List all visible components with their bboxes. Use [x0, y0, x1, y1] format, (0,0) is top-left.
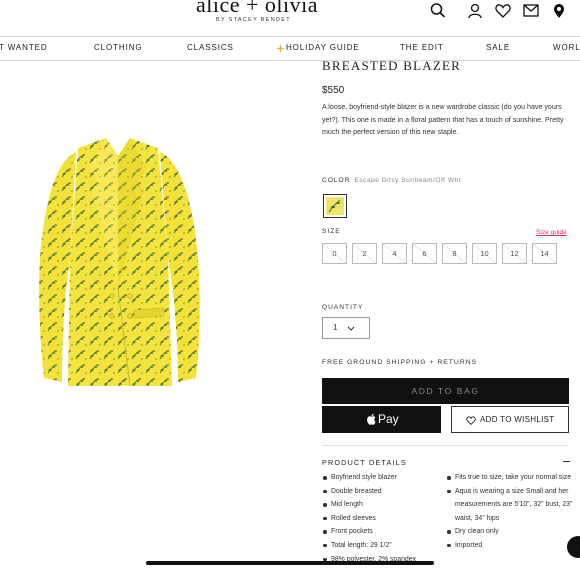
collapse-minus-icon[interactable]	[563, 461, 570, 462]
brand-logo[interactable]: alice + olivia	[196, 0, 318, 18]
size-option-label: 12	[510, 249, 519, 258]
size-option-label: 14	[540, 249, 549, 258]
apple-pay-button[interactable]: Pay	[322, 406, 441, 433]
size-option-2[interactable]: 2	[352, 243, 377, 264]
shipping-note: FREE GROUND SHIPPING + RETURNS	[322, 359, 478, 366]
nav-item-classics[interactable]: CLASSICS	[187, 43, 234, 52]
size-option-14[interactable]: 14	[532, 243, 557, 264]
product-price: $550	[322, 85, 345, 96]
product-details-header[interactable]: PRODUCT DETAILS	[322, 458, 407, 467]
list-item: Aqua is wearing a size Small and her mea…	[446, 485, 576, 526]
list-item: Double breasted	[322, 485, 437, 499]
list-item: Fits true to size, take your normal size	[446, 471, 576, 485]
location-icon[interactable]	[550, 2, 568, 20]
list-item: Front pockets	[322, 525, 437, 539]
size-option-0[interactable]: 0	[322, 243, 347, 264]
color-label: COLOR	[322, 177, 351, 184]
list-item: Total length: 29 1/2"	[322, 539, 437, 553]
mail-icon[interactable]	[522, 2, 540, 20]
list-item: Dry clean only	[446, 525, 576, 539]
product-image[interactable]	[18, 138, 218, 388]
heart-icon	[466, 416, 476, 425]
list-item: Rolled sleeves	[322, 512, 437, 526]
brand-subtitle: BY STACEY BENDET	[216, 17, 291, 23]
heart-icon[interactable]	[494, 2, 512, 20]
nav-item-sale[interactable]: SALE	[486, 43, 510, 52]
apple-pay-label: Pay	[378, 412, 399, 426]
wishlist-label: ADD TO WISHLIST	[480, 415, 555, 424]
header: alice + olivia BY STACEY BENDET	[0, 0, 580, 36]
add-to-wishlist-button[interactable]: ADD TO WISHLIST	[451, 406, 569, 433]
size-option-8[interactable]: 8	[442, 243, 467, 264]
size-option-label: 6	[422, 249, 427, 258]
chat-button[interactable]	[567, 536, 580, 558]
home-indicator	[146, 561, 434, 565]
nav-item-holiday-guide[interactable]: HOLIDAY GUIDE	[286, 43, 360, 52]
color-swatch[interactable]	[323, 194, 347, 218]
search-icon[interactable]	[429, 2, 447, 20]
quantity-label: QUANTITY	[322, 304, 364, 311]
size-option-4[interactable]: 4	[382, 243, 407, 264]
size-label: SIZE	[322, 228, 341, 235]
product-title: BREASTED BLAZER	[322, 58, 461, 73]
apple-logo-icon	[367, 413, 376, 425]
swatch-floral-thumbnail	[326, 197, 344, 215]
list-item: Imported	[446, 539, 576, 553]
color-section: COLOR Escape Ditsy Sunbeam/Off Wht	[322, 177, 461, 184]
size-option-10[interactable]: 10	[472, 243, 497, 264]
size-guide-link[interactable]: Size guide	[536, 229, 567, 236]
size-option-label: 4	[392, 249, 397, 258]
size-option-12[interactable]: 12	[502, 243, 527, 264]
nav-item-the-edit[interactable]: THE EDIT	[400, 43, 444, 52]
size-option-label: 0	[332, 249, 337, 258]
add-to-bag-button[interactable]: ADD TO BAG	[322, 378, 569, 404]
nav-item-world[interactable]: WORLD	[553, 43, 580, 52]
nav-item-wanted[interactable]: T WANTED	[0, 43, 48, 52]
account-icon[interactable]	[466, 2, 484, 20]
main-nav: T WANTED CLOTHING CLASSICS HOLIDAY GUIDE…	[0, 36, 580, 61]
chevron-down-icon	[347, 326, 355, 331]
nav-item-clothing[interactable]: CLOTHING	[94, 43, 143, 52]
product-description: A loose, boyfriend-style blazer is a new…	[322, 103, 564, 136]
quantity-select[interactable]: 1	[322, 317, 370, 339]
sparkle-icon	[276, 44, 285, 53]
list-item: Mid length	[322, 498, 437, 512]
list-item: Boyfriend style blazer	[322, 471, 437, 485]
size-option-label: 10	[480, 249, 489, 258]
quantity-value: 1	[333, 323, 338, 332]
size-option-label: 8	[452, 249, 457, 258]
details-list-left: Boyfriend style blazer Double breasted M…	[322, 471, 437, 566]
details-list-right: Fits true to size, take your normal size…	[446, 471, 576, 553]
size-option-label: 2	[362, 249, 367, 258]
color-value: Escape Ditsy Sunbeam/Off Wht	[354, 177, 462, 184]
divider	[322, 445, 569, 446]
size-option-6[interactable]: 6	[412, 243, 437, 264]
